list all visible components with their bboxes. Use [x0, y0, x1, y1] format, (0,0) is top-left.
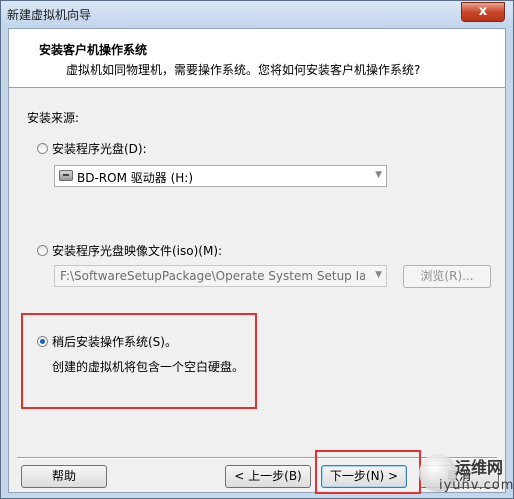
watermark-text-url: iyunv.com [439, 478, 514, 493]
wizard-header: 安装客户机操作系统 虚拟机如同物理机，需要操作系统。您将如何安装客户机操作系统? [9, 29, 505, 88]
window-title: 新建虚拟机向导 [7, 8, 92, 22]
help-button[interactable]: 帮助 [21, 465, 107, 488]
chevron-down-icon[interactable]: ▼ [375, 270, 382, 280]
back-button[interactable]: < 上一步(B) [225, 465, 311, 488]
page-subtitle: 虚拟机如同物理机，需要操作系统。您将如何安装客户机操作系统? [66, 63, 421, 77]
chevron-down-icon[interactable]: ▼ [375, 170, 382, 180]
radio-install-iso[interactable] [37, 245, 48, 256]
drive-select-value: BD-ROM 驱动器 (H:) [77, 171, 193, 185]
highlight-box-install-later [21, 313, 257, 409]
install-iso-label[interactable]: 安装程序光盘映像文件(iso)(M): [52, 242, 222, 259]
radio-install-disc[interactable] [37, 143, 48, 154]
watermark-text-cn: 运维网 [455, 458, 504, 477]
site-watermark: 运维网 iyunv.com [419, 448, 513, 498]
highlight-box-next [315, 450, 421, 494]
browse-button[interactable]: 浏览(R)... [403, 265, 491, 288]
page-title: 安装客户机操作系统 [39, 43, 148, 57]
close-icon: x [478, 4, 488, 19]
optical-drive-icon [59, 170, 73, 181]
iso-path-value: F:\SoftwareSetupPackage\Operate System S… [60, 269, 365, 283]
title-bar[interactable]: 新建虚拟机向导 x [1, 1, 513, 27]
drive-select[interactable]: BD-ROM 驱动器 (H:) ▼ [54, 165, 387, 187]
wizard-client-area: 安装客户机操作系统 虚拟机如同物理机，需要操作系统。您将如何安装客户机操作系统?… [8, 28, 506, 494]
install-disc-label[interactable]: 安装程序光盘(D): [52, 140, 147, 157]
iso-path-combo[interactable]: F:\SoftwareSetupPackage\Operate System S… [54, 265, 387, 287]
wizard-window: 新建虚拟机向导 x 安装客户机操作系统 虚拟机如同物理机，需要操作系统。您将如何… [0, 0, 514, 499]
close-button[interactable]: x [461, 2, 505, 22]
install-source-label: 安装来源: [27, 111, 80, 125]
